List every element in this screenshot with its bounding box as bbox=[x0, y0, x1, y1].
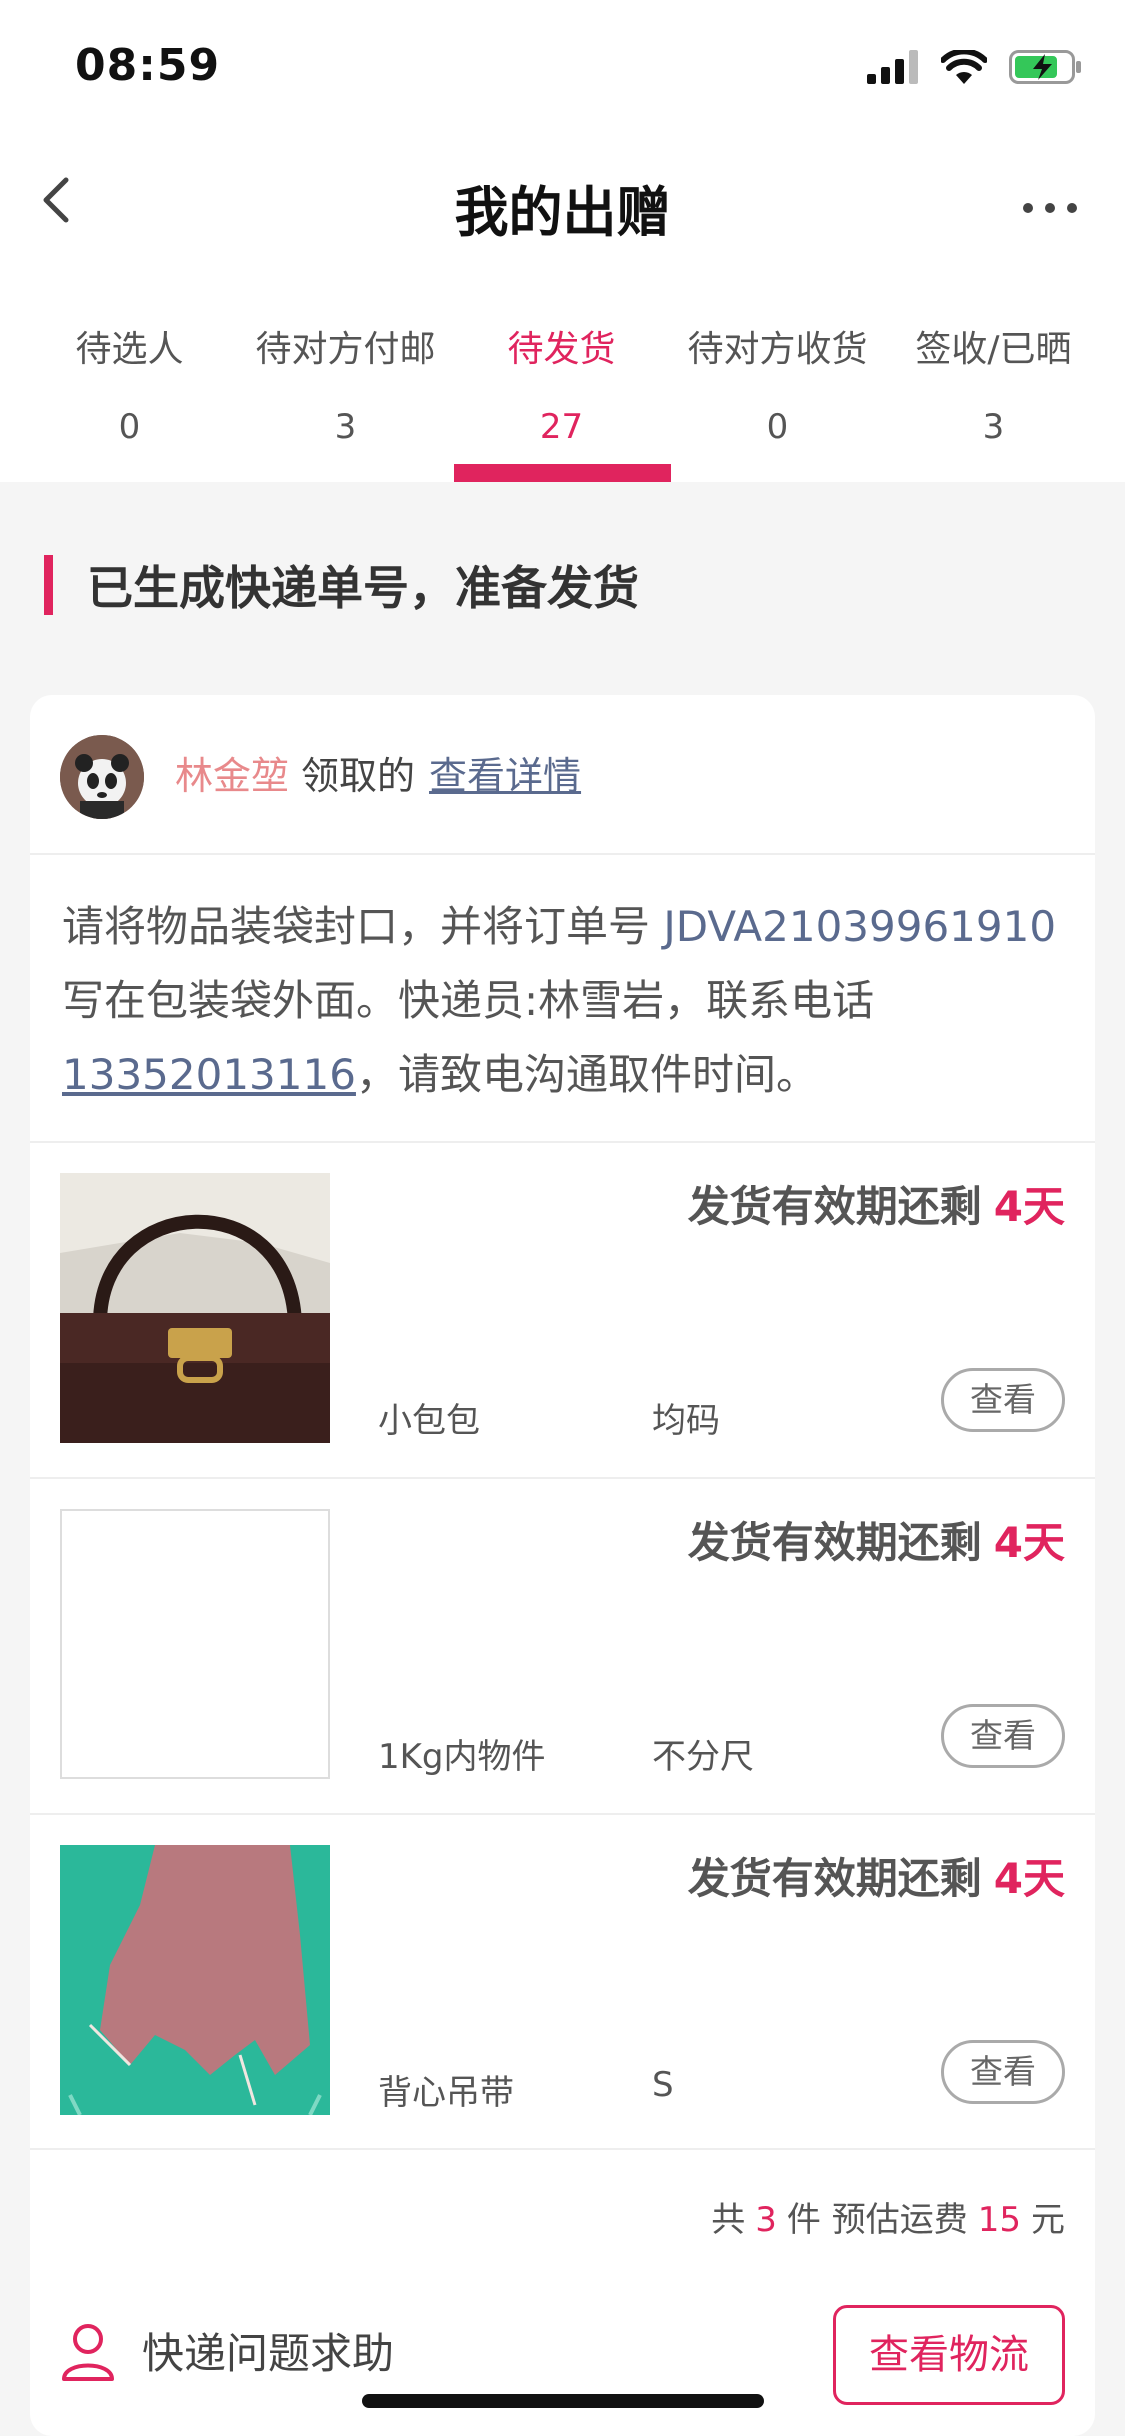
tab-label: 待选人 bbox=[75, 329, 184, 370]
receiver-suffix: 领取的 bbox=[301, 754, 416, 798]
item-image[interactable] bbox=[60, 1173, 330, 1443]
courier-phone-link[interactable]: 13352013116 bbox=[62, 1050, 356, 1099]
status-tabs: 待选人 0 待对方付邮 3 待发货 27 待对方收货 0 签收/已晒 3 bbox=[0, 260, 1125, 482]
deadline-days: 4天 bbox=[993, 1182, 1065, 1231]
tab-count: 27 bbox=[539, 407, 584, 447]
view-item-button[interactable]: 查看 bbox=[941, 1704, 1065, 1768]
courier-help[interactable]: 快递问题求助 bbox=[60, 2320, 394, 2381]
tab-count: 0 bbox=[118, 407, 141, 447]
deadline-days: 4天 bbox=[993, 1854, 1065, 1903]
view-details-link[interactable]: 查看详情 bbox=[429, 754, 581, 798]
more-icon[interactable] bbox=[1015, 170, 1085, 230]
home-indicator bbox=[362, 2394, 764, 2408]
tab-label: 待对方付邮 bbox=[255, 329, 436, 370]
camisole-image-icon bbox=[60, 1845, 330, 2115]
instruction-text: 写在包装袋外面。快递员:林雪岩，联系电话 bbox=[62, 976, 875, 1025]
order-summary: 共3件 预估运费 15 元 bbox=[30, 2148, 1095, 2268]
tab-pending-receipt[interactable]: 待对方收货 0 bbox=[665, 260, 890, 482]
view-item-button[interactable]: 查看 bbox=[941, 1368, 1065, 1432]
panda-avatar-icon bbox=[60, 735, 144, 819]
shipping-deadline: 发货有效期还剩 4天 bbox=[688, 1845, 1065, 1906]
summary-currency: 元 bbox=[1031, 2200, 1065, 2240]
page-title: 我的出赠 bbox=[454, 181, 671, 244]
shipping-deadline: 发货有效期还剩 4天 bbox=[688, 1509, 1065, 1570]
instruction-text: ，请致电沟通取件时间。 bbox=[355, 1050, 818, 1099]
shipping-instruction: 请将物品装袋封口，并将订单号 JDVA21039961910 写在包装袋外面。快… bbox=[62, 890, 1072, 1112]
tab-count: 0 bbox=[766, 407, 789, 447]
shipping-deadline: 发货有效期还剩 4天 bbox=[688, 1173, 1065, 1234]
handbag-image-icon bbox=[60, 1173, 330, 1443]
receiver-info: 林金堃 领取的 查看详情 bbox=[175, 745, 581, 800]
tab-label: 待对方收货 bbox=[687, 329, 868, 370]
tab-received[interactable]: 签收/已晒 3 bbox=[881, 260, 1106, 482]
item-name: 背心吊带 bbox=[378, 2073, 514, 2113]
view-item-button[interactable]: 查看 bbox=[941, 2040, 1065, 2104]
tab-pending-postage[interactable]: 待对方付邮 3 bbox=[233, 260, 458, 482]
summary-text: 共3件 预估运费 15 元 bbox=[711, 2192, 1065, 2241]
item-size: 不分尺 bbox=[652, 1737, 754, 1777]
receiver-name[interactable]: 林金堃 bbox=[175, 754, 289, 798]
tab-pending-select[interactable]: 待选人 0 bbox=[17, 260, 242, 482]
item-name: 小包包 bbox=[378, 1401, 480, 1441]
battery-icon bbox=[1009, 50, 1081, 84]
deadline-label: 发货有效期还剩 bbox=[687, 1854, 982, 1903]
section-title: 已生成快递单号，准备发货 bbox=[87, 561, 639, 615]
section-accent-bar bbox=[44, 555, 53, 615]
item-size: 均码 bbox=[652, 1401, 720, 1441]
status-bar: 08:59 bbox=[0, 0, 1125, 140]
view-logistics-button[interactable]: 查看物流 bbox=[833, 2305, 1065, 2405]
section-heading: 已生成快递单号，准备发货 bbox=[44, 555, 639, 615]
instruction-text: 请将物品装袋封口，并将订单号 bbox=[62, 902, 664, 951]
item-name: 1Kg内物件 bbox=[378, 1737, 546, 1777]
tab-count: 3 bbox=[334, 407, 357, 447]
wifi-icon bbox=[941, 50, 987, 84]
item-row: 发货有效期还剩 4天 背心吊带 S 查看 bbox=[30, 1813, 1095, 2149]
nav-bar: 我的出赠 bbox=[0, 140, 1125, 260]
receiver-row: 林金堃 领取的 查看详情 bbox=[30, 695, 1095, 855]
status-time: 08:59 bbox=[75, 40, 221, 91]
summary-unit: 件 预估运费 bbox=[786, 2200, 968, 2240]
signal-icon bbox=[867, 50, 918, 84]
item-row: 发货有效期还剩 4天 1Kg内物件 不分尺 查看 bbox=[30, 1477, 1095, 1813]
order-card: 林金堃 领取的 查看详情 请将物品装袋封口，并将订单号 JDVA2103996191… bbox=[30, 695, 1095, 2436]
item-image[interactable] bbox=[60, 1845, 330, 2115]
item-row: 发货有效期还剩 4天 小包包 均码 查看 bbox=[30, 1141, 1095, 1477]
order-number: JDVA21039961910 bbox=[663, 902, 1057, 951]
summary-count: 3 bbox=[755, 2200, 777, 2240]
deadline-label: 发货有效期还剩 bbox=[687, 1182, 982, 1231]
user-icon bbox=[62, 2323, 114, 2381]
tab-label: 签收/已晒 bbox=[915, 329, 1072, 370]
active-tab-indicator bbox=[454, 464, 671, 482]
item-size: S bbox=[652, 2065, 674, 2105]
item-image-placeholder[interactable] bbox=[60, 1509, 330, 1779]
tab-pending-shipment[interactable]: 待发货 27 bbox=[449, 260, 674, 482]
help-label: 快递问题求助 bbox=[142, 2329, 395, 2378]
avatar[interactable] bbox=[60, 735, 144, 819]
tab-count: 3 bbox=[982, 407, 1005, 447]
summary-prefix: 共 bbox=[711, 2200, 746, 2240]
tab-label: 待发货 bbox=[507, 329, 616, 370]
status-icons bbox=[867, 50, 1083, 84]
deadline-days: 4天 bbox=[993, 1518, 1065, 1567]
deadline-label: 发货有效期还剩 bbox=[687, 1518, 982, 1567]
summary-fee: 15 bbox=[977, 2200, 1021, 2240]
